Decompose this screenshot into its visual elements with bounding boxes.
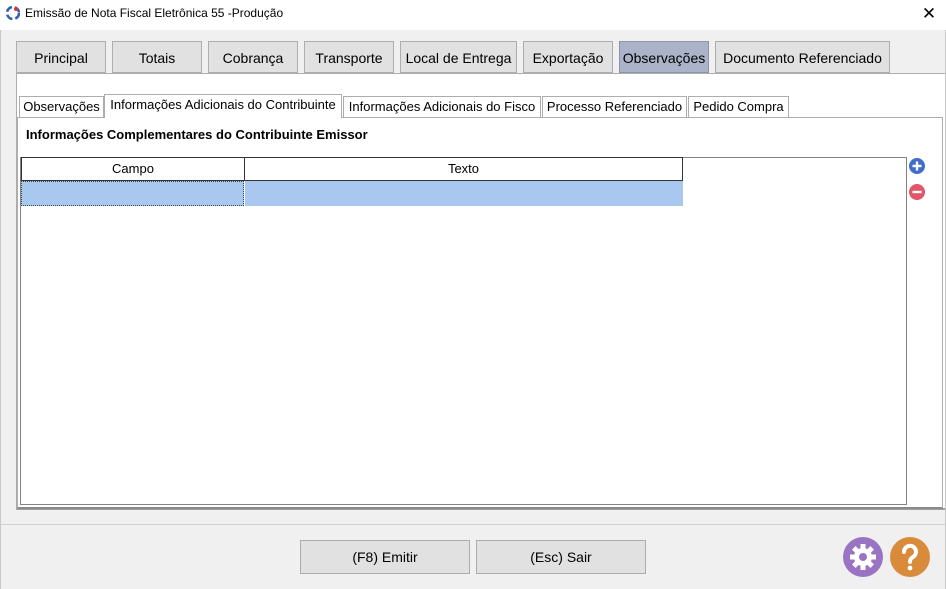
- tab-cobranca[interactable]: Cobrança: [208, 41, 298, 73]
- bottom-separator: [0, 524, 946, 525]
- subtab-info-adicionais-fisco[interactable]: Informações Adicionais do Fisco: [343, 96, 541, 117]
- tab-documento-referenciado[interactable]: Documento Referenciado: [715, 41, 890, 73]
- tab-totais[interactable]: Totais: [112, 41, 202, 73]
- column-header-campo[interactable]: Campo: [21, 157, 245, 181]
- close-icon[interactable]: ✕: [914, 2, 944, 26]
- app-logo-icon: [5, 5, 21, 21]
- emit-button[interactable]: (F8) Emitir: [300, 540, 470, 574]
- data-grid[interactable]: [20, 157, 907, 505]
- column-header-texto[interactable]: Texto: [244, 157, 683, 181]
- subtab-pedido-compra[interactable]: Pedido Compra: [688, 96, 789, 117]
- settings-button[interactable]: [843, 537, 883, 577]
- tab-exportacao[interactable]: Exportação: [523, 41, 613, 73]
- add-row-button[interactable]: [909, 158, 925, 174]
- window-title: Emissão de Nota Fiscal Eletrônica 55 -Pr…: [25, 6, 284, 20]
- section-title: Informações Complementares do Contribuin…: [26, 127, 368, 142]
- gear-icon: [850, 544, 876, 570]
- subtab-info-adicionais-contribuinte[interactable]: Informações Adicionais do Contribuinte: [104, 94, 342, 118]
- subtab-processo-referenciado[interactable]: Processo Referenciado: [542, 96, 687, 117]
- grid-cell-texto[interactable]: [245, 181, 683, 206]
- remove-row-button[interactable]: [909, 184, 925, 200]
- subtab-observacoes[interactable]: Observações: [19, 96, 104, 117]
- minus-circle-icon: [909, 184, 925, 200]
- plus-circle-icon: [909, 158, 925, 174]
- question-mark-icon: [902, 543, 918, 571]
- tab-transporte[interactable]: Transporte: [304, 41, 394, 73]
- exit-button[interactable]: (Esc) Sair: [476, 540, 646, 574]
- tab-principal[interactable]: Principal: [16, 41, 106, 73]
- tab-observacoes[interactable]: Observações: [619, 41, 709, 73]
- tab-local-de-entrega[interactable]: Local de Entrega: [400, 41, 517, 73]
- grid-cell-campo[interactable]: [21, 181, 244, 206]
- help-button[interactable]: [890, 537, 930, 577]
